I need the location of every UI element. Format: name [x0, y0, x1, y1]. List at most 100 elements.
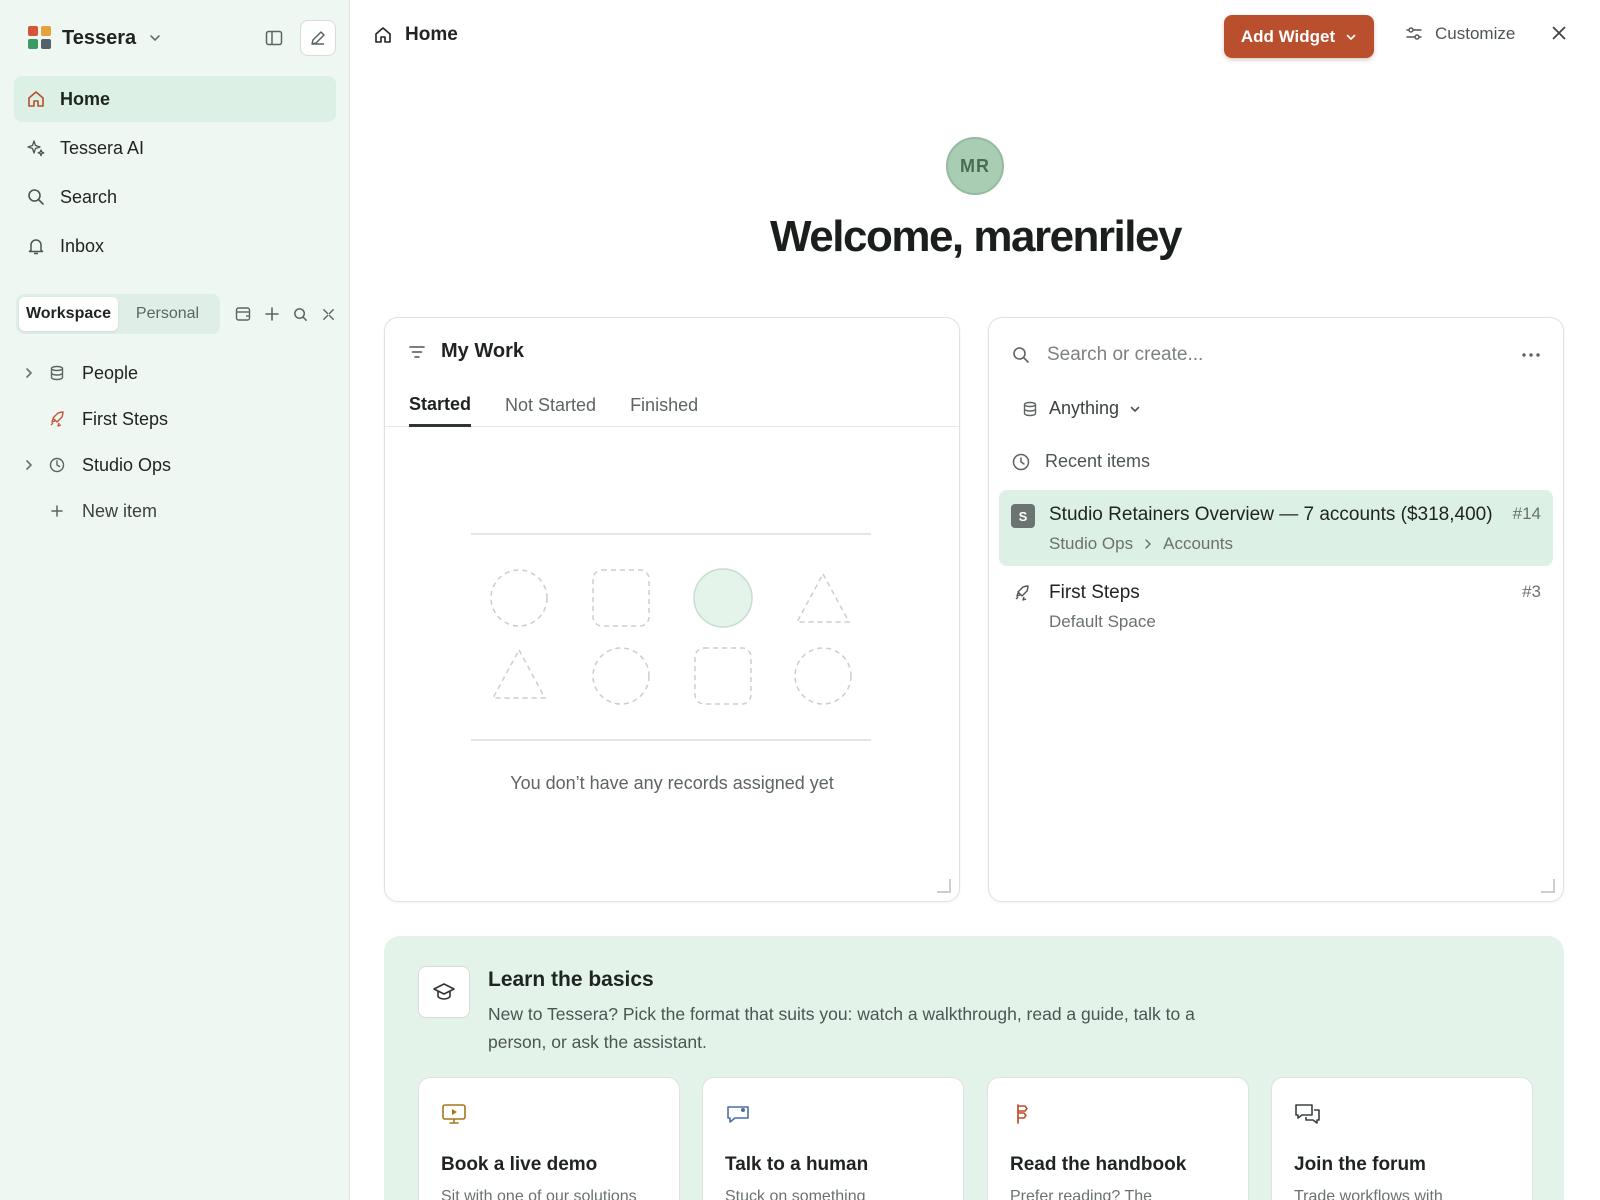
plus-icon [44, 503, 70, 519]
toggle-sidebar-button[interactable] [256, 20, 292, 56]
recent-items-label: Recent items [1045, 451, 1151, 471]
clock-icon [44, 456, 70, 474]
graduation-cap-icon [418, 966, 470, 1018]
workspace-tree: People First Steps Studio Ops New item [18, 350, 338, 534]
compose-button[interactable] [300, 20, 336, 56]
search-input[interactable]: Search or create... [1047, 344, 1505, 366]
empty-state-illustration [471, 532, 871, 742]
tree-item-label: People [82, 362, 139, 383]
plus-icon[interactable] [263, 305, 281, 323]
recent-item[interactable]: S Studio Retainers Overview — 7 accounts… [999, 490, 1553, 566]
tree-item-label: First Steps [82, 408, 169, 429]
learn-card-title: Read the handbook [1010, 1154, 1187, 1175]
record-number: #3 [1522, 582, 1541, 601]
chevron-right-icon[interactable] [18, 367, 40, 379]
tab-started[interactable]: Started [409, 384, 472, 427]
search-widget: Search or create... Anything Recent item… [988, 317, 1564, 902]
space-badge: S [1011, 504, 1035, 528]
signpost-icon [1010, 1102, 1034, 1126]
collapse-icon[interactable] [320, 306, 337, 323]
path-segment: Accounts [1163, 534, 1234, 553]
learn-card-desc: Prefer reading? The [1010, 1188, 1153, 1200]
tab-workspace[interactable]: Workspace [19, 297, 118, 331]
learn-card-desc: Sit with one of our solutions [441, 1188, 637, 1200]
tab-not-started[interactable]: Not Started [505, 384, 596, 427]
chevron-right-icon[interactable] [18, 459, 40, 471]
close-icon [1552, 26, 1566, 40]
forum-icon [1294, 1102, 1322, 1126]
learn-section: Learn the basics New to Tessera? Pick th… [384, 936, 1564, 1200]
home-icon [26, 89, 46, 109]
nav-item-home[interactable]: Home [14, 76, 336, 122]
tree-item-people[interactable]: People [18, 350, 338, 396]
nav-item-search[interactable]: Search [14, 174, 336, 220]
nav-label: Inbox [60, 235, 105, 256]
sparkle-icon [26, 138, 46, 158]
nav-label: Home [60, 88, 111, 109]
main-nav: Home Tessera AI Search Inbox [14, 76, 336, 272]
rocket-icon [1013, 584, 1031, 602]
database-icon [44, 364, 70, 382]
customize-label: Customize [1435, 24, 1516, 43]
learn-card-desc: Stuck on something [725, 1188, 866, 1200]
nav-label: Search [60, 186, 118, 207]
add-widget-button[interactable]: Add Widget [1224, 15, 1374, 58]
resize-handle[interactable] [1541, 879, 1555, 893]
recent-item-path: Studio Ops Accounts [1049, 534, 1233, 554]
learn-card-handbook[interactable]: Read the handbook Prefer reading? The [987, 1077, 1249, 1200]
sidebar: Tessera Home Tessera AI Search Inbox Wor… [0, 0, 350, 1200]
learn-card-demo[interactable]: Book a live demo Sit with one of our sol… [418, 1077, 680, 1200]
add-widget-label: Add Widget [1240, 26, 1336, 46]
nav-label: Tessera AI [60, 137, 145, 158]
customize-button[interactable]: Customize [1405, 24, 1515, 44]
tree-item-studio-ops[interactable]: Studio Ops [18, 442, 338, 488]
resize-handle[interactable] [937, 879, 951, 893]
more-options-icon[interactable] [1521, 352, 1541, 358]
home-icon [373, 25, 393, 45]
my-work-title: My Work [441, 340, 524, 362]
workspace-name: Tessera [62, 26, 137, 49]
close-button[interactable] [1550, 24, 1568, 42]
type-filter-dropdown[interactable]: Anything [1021, 398, 1141, 419]
chevron-down-icon [148, 31, 162, 45]
recent-item-subtitle: Default Space [1049, 612, 1156, 631]
recent-item-title: Studio Retainers Overview — 7 accounts (… [1049, 504, 1493, 525]
tab-finished[interactable]: Finished [630, 384, 698, 427]
avatar[interactable]: MR [946, 137, 1004, 195]
workspace-switcher[interactable]: Tessera [28, 22, 162, 54]
chevron-down-icon [1345, 31, 1357, 43]
path-segment: Studio Ops [1049, 534, 1134, 553]
empty-state-message: You don’t have any records assigned yet [510, 773, 834, 793]
learn-card-forum[interactable]: Join the forum Trade workflows with [1271, 1077, 1533, 1200]
new-database-icon[interactable] [234, 305, 252, 323]
pencil-icon [311, 31, 325, 45]
database-icon [1021, 400, 1039, 418]
recent-items-header: Recent items [1011, 451, 1150, 472]
presentation-icon [441, 1102, 467, 1126]
rocket-icon [44, 410, 70, 428]
my-work-header: My Work [407, 340, 524, 363]
filter-label: Anything [1049, 398, 1120, 418]
top-bar: Home Add Widget Customize [351, 0, 1600, 74]
sliders-icon [1405, 25, 1423, 43]
welcome-heading: Welcome, marenriley [770, 212, 1182, 261]
learn-card-title: Talk to a human [725, 1154, 869, 1175]
tree-item-first-steps[interactable]: First Steps [18, 396, 338, 442]
recent-item[interactable]: First Steps Default Space #3 [999, 568, 1553, 644]
sidebar-panel-icon [265, 30, 283, 46]
my-work-tabs: Started Not Started Finished [385, 384, 959, 427]
nav-item-ai[interactable]: Tessera AI [14, 125, 336, 171]
nav-item-inbox[interactable]: Inbox [14, 223, 336, 269]
page-title: Home [405, 24, 458, 45]
filter-icon[interactable] [407, 342, 427, 362]
clock-icon [1011, 452, 1031, 472]
tab-personal[interactable]: Personal [118, 297, 217, 331]
search-icon[interactable] [292, 306, 309, 323]
new-item-label: New item [82, 500, 158, 521]
breadcrumb: Home [373, 24, 458, 46]
new-item-button[interactable]: New item [18, 488, 338, 534]
learn-title: Learn the basics [488, 968, 654, 991]
learn-description: New to Tessera? Pick the format that sui… [488, 1004, 1195, 1052]
learn-card-talk[interactable]: Talk to a human Stuck on something [702, 1077, 964, 1200]
bell-icon [26, 236, 46, 256]
